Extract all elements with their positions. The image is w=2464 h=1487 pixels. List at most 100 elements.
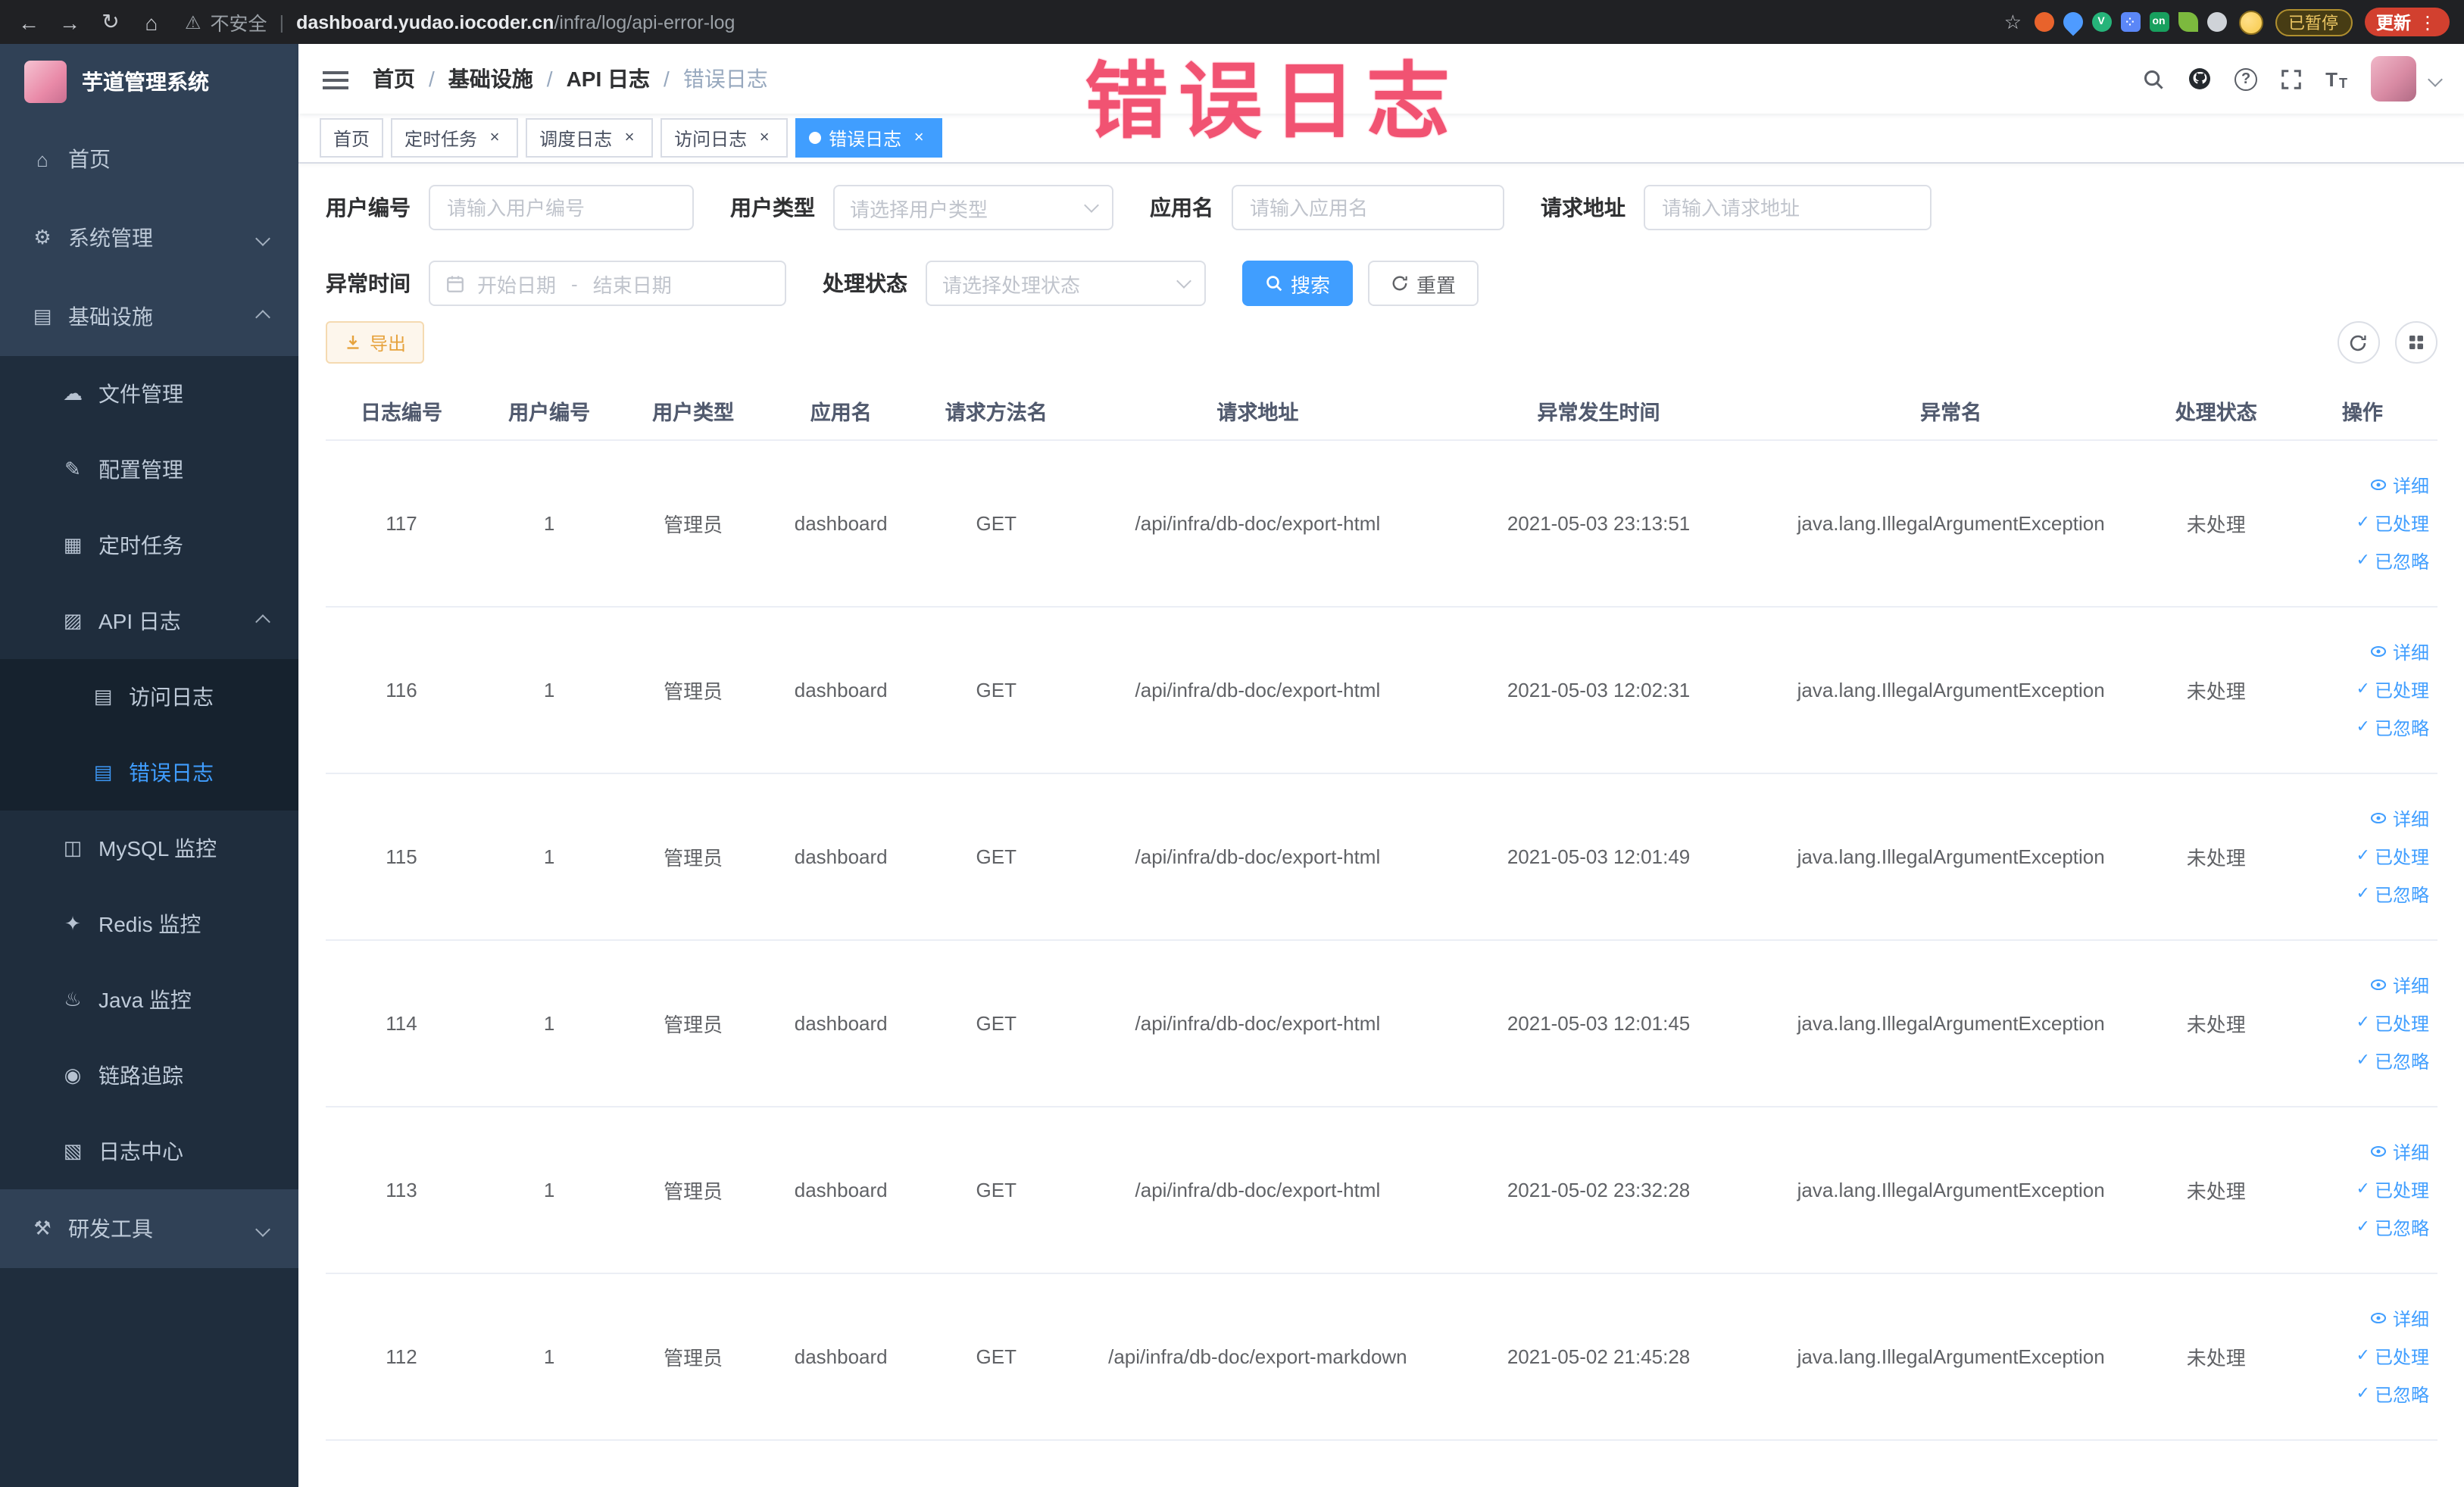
request-url-input[interactable] [1644,185,1932,230]
close-icon[interactable]: × [485,128,504,148]
ignore-link[interactable]: ✓ 已忽略 [2356,1048,2429,1073]
ignore-link[interactable]: ✓ 已忽略 [2356,881,2429,907]
processed-link[interactable]: ✓ 已处理 [2356,843,2429,869]
breadcrumb-item[interactable]: 首页 [373,64,415,94]
tag-错误日志[interactable]: 错误日志 × [795,118,943,158]
exception-time-range[interactable]: 开始日期 - 结束日期 [429,261,786,306]
cell-method: GET [917,939,1076,1107]
sidebar-item-dev-tools[interactable]: ⚒ 研发工具 [0,1189,298,1268]
processed-link[interactable]: ✓ 已处理 [2356,1176,2429,1202]
hamburger-icon[interactable] [323,69,348,89]
cell-exception: java.lang.IllegalArgumentException [1757,1106,2144,1273]
tag-访问日志[interactable]: 访问日志 × [661,118,789,158]
process-status-select[interactable]: 请选择处理状态 [926,261,1206,306]
processed-link[interactable]: ✓ 已处理 [2356,510,2429,536]
app-logo[interactable]: 芋道管理系统 [0,44,298,120]
warning-icon: ⚠ [185,11,201,33]
cell-user_id: 1 [477,939,622,1107]
paused-badge[interactable]: 已暂停 [2275,8,2352,36]
extension-icon[interactable]: on [2149,12,2169,32]
breadcrumb-item[interactable]: API 日志 [567,64,650,94]
cell-method: GET [917,439,1076,607]
github-icon[interactable] [2188,67,2212,91]
sidebar-item-label: Redis 监控 [98,912,201,936]
detail-link[interactable]: 详细 [2370,805,2429,831]
extension-icon[interactable]: ⁘ [2120,12,2140,32]
user-type-select[interactable]: 请选择用户类型 [833,185,1113,230]
tag-定时任务[interactable]: 定时任务 × [391,118,519,158]
user-id-input[interactable] [429,185,694,230]
search-button[interactable]: 搜索 [1242,261,1354,306]
chevron-down-icon [255,230,270,245]
tag-首页[interactable]: 首页 [320,118,384,158]
close-icon[interactable]: × [909,128,929,148]
sidebar-item-label: 研发工具 [68,1217,153,1241]
close-icon[interactable]: × [620,128,639,148]
sidebar-item-log-center[interactable]: ▧ 日志中心 [0,1114,298,1189]
extension-icon[interactable]: V [2091,12,2111,32]
reload-icon[interactable]: ↻ [97,9,124,35]
extension-icon[interactable] [2206,12,2226,32]
sidebar-item-api-log[interactable]: ▨ API 日志 [0,583,298,659]
check-icon: ✓ [2356,1346,2370,1364]
browser-profile-avatar[interactable] [2238,10,2263,34]
sidebar-item-access-log[interactable]: ▤ 访问日志 [0,659,298,735]
sidebar-item-infra[interactable]: ▤ 基础设施 [0,277,298,356]
refresh-button[interactable] [2337,321,2379,364]
browser-menu-icon[interactable]: ⋮ [2419,11,2437,33]
processed-link[interactable]: ✓ 已处理 [2356,1010,2429,1036]
cell-url: /api/infra/db-doc/export-html [1076,606,1440,773]
detail-link[interactable]: 详细 [2370,1139,2429,1164]
processed-link[interactable]: ✓ 已处理 [2356,1343,2429,1369]
help-icon[interactable]: ? [2234,67,2258,90]
sidebar-item-label: MySQL 监控 [98,836,217,861]
column-settings-button[interactable] [2394,321,2437,364]
forward-icon[interactable]: → [56,10,83,34]
sidebar-item-mysql[interactable]: ◫ MySQL 监控 [0,811,298,886]
sidebar-item-error-log[interactable]: ▤ 错误日志 [0,735,298,811]
reset-button[interactable]: 重置 [1368,261,1479,306]
export-button[interactable]: 导出 [326,321,425,364]
address-bar[interactable]: ⚠ 不安全 | dashboard.yudao.iocoder.cn/infra… [185,8,735,36]
app-title: 芋道管理系统 [82,70,209,94]
ignore-link[interactable]: ✓ 已忽略 [2356,714,2429,740]
sidebar-item-java[interactable]: ♨ Java 监控 [0,962,298,1038]
detail-link[interactable]: 详细 [2370,1305,2429,1331]
sidebar-item-job[interactable]: ▦ 定时任务 [0,508,298,583]
font-size-icon[interactable]: TT [2325,67,2347,90]
sidebar: 芋道管理系统 ⌂ 首页 ⚙ 系统管理 ▤ 基础设施 ☁ 文件管理 ✎ 配置管理 ▦ 定时任务 ▨ API … [0,44,298,1487]
browser-home-icon[interactable]: ⌂ [138,10,165,34]
sidebar-item-config[interactable]: ✎ 配置管理 [0,432,298,508]
sidebar-item-redis[interactable]: ✦ Redis 监控 [0,886,298,962]
ignore-link[interactable]: ✓ 已忽略 [2356,1214,2429,1240]
detail-link[interactable]: 详细 [2370,972,2429,998]
sidebar-item-trace[interactable]: ◉ 链路追踪 [0,1038,298,1114]
sidebar-item-system[interactable]: ⚙ 系统管理 [0,198,298,277]
sidebar-item-file[interactable]: ☁ 文件管理 [0,356,298,432]
detail-link[interactable]: 详细 [2370,639,2429,664]
column-header: 处理状态 [2144,382,2288,440]
back-icon[interactable]: ← [15,10,42,34]
search-icon[interactable] [2142,67,2165,90]
extension-icon[interactable] [2034,12,2053,32]
ignore-link[interactable]: ✓ 已忽略 [2356,548,2429,573]
table-header-row: 日志编号 用户编号 用户类型 应用名 请求方法名 请求地址 异常发生时间 异常名 处理状态 操作 [326,382,2437,440]
chevron-down-icon[interactable] [2427,71,2442,86]
breadcrumb-item[interactable]: 基础设施 [448,64,533,94]
close-icon[interactable]: × [754,128,774,148]
update-button[interactable]: 更新 ⋮ [2364,8,2449,36]
detail-link[interactable]: 详细 [2370,472,2429,498]
bookmark-star-icon[interactable]: ☆ [2004,10,2022,34]
extension-icon[interactable] [2058,8,2087,36]
user-avatar[interactable] [2370,56,2416,102]
sidebar-menu: ⌂ 首页 ⚙ 系统管理 ▤ 基础设施 ☁ 文件管理 ✎ 配置管理 ▦ 定时任务 ▨ API 日志 ▤ 访问日志… [0,120,298,1268]
tag-调度日志[interactable]: 调度日志 × [526,118,654,158]
processed-link[interactable]: ✓ 已处理 [2356,676,2429,702]
fullscreen-icon[interactable] [2280,67,2303,90]
sidebar-item-label: 访问日志 [129,685,214,709]
extension-icon[interactable] [2178,12,2197,32]
sidebar-item-label: 首页 [68,147,111,171]
ignore-link[interactable]: ✓ 已忽略 [2356,1381,2429,1407]
sidebar-item-home[interactable]: ⌂ 首页 [0,120,298,198]
app-name-input[interactable] [1232,185,1504,230]
